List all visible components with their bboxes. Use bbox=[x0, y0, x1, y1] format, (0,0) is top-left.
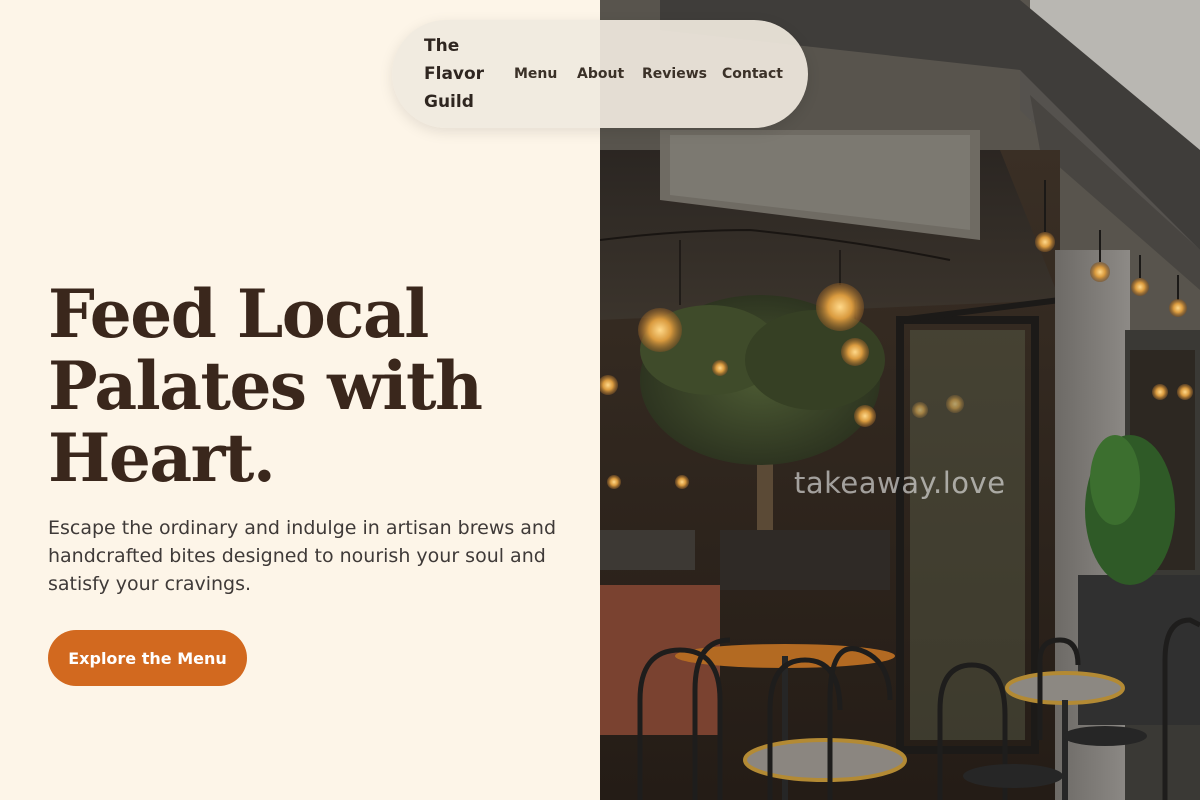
hero-title: Feed Local Palates with Heart. bbox=[48, 275, 483, 497]
nav-link-contact[interactable]: Contact bbox=[722, 63, 783, 85]
landing-page: Feed Local Palates with Heart. Escape th… bbox=[0, 0, 1200, 800]
nav-link-menu[interactable]: Menu bbox=[514, 63, 557, 85]
top-navigation: The Flavor Guild Menu About Reviews Cont… bbox=[392, 20, 808, 128]
nav-link-about[interactable]: About bbox=[577, 63, 624, 85]
nav-links: Menu About Reviews Contact bbox=[392, 20, 808, 128]
nav-link-reviews[interactable]: Reviews bbox=[642, 63, 707, 85]
hero-subtitle: Escape the ordinary and indulge in artis… bbox=[48, 517, 557, 595]
explore-menu-button[interactable]: Explore the Menu bbox=[48, 630, 247, 686]
watermark-text: takeaway.love bbox=[794, 466, 1006, 500]
